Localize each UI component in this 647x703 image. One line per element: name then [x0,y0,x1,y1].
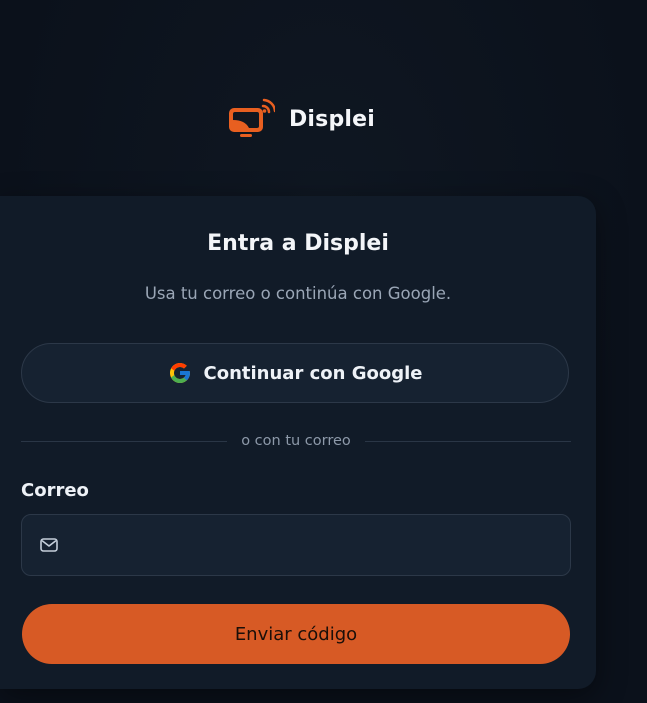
card-subtitle: Usa tu correo o continúa con Google. [144,284,452,303]
login-page: Displei Entra a Displei Usa tu correo o … [0,0,647,703]
google-icon [169,363,190,383]
divider: o con tu correo [21,429,571,453]
brand-header: Displei [0,96,600,142]
continue-with-google-button[interactable]: Continuar con Google [21,343,569,403]
divider-line-left [21,440,228,442]
email-field[interactable] [21,514,571,576]
google-button-label: Continuar con Google [203,362,423,384]
divider-line-right [364,440,571,442]
card-title: Entra a Displei [207,231,389,256]
brand-name: Displei [288,106,376,132]
email-input[interactable] [59,515,570,575]
login-card: Entra a Displei Usa tu correo o continúa… [0,196,596,689]
email-label: Correo [21,480,89,501]
send-code-button[interactable]: Enviar código [22,604,570,664]
divider-text: o con tu correo [241,433,351,449]
send-code-button-label: Enviar código [234,623,358,645]
tv-cast-logo-icon [228,98,275,137]
mail-icon [40,538,58,552]
